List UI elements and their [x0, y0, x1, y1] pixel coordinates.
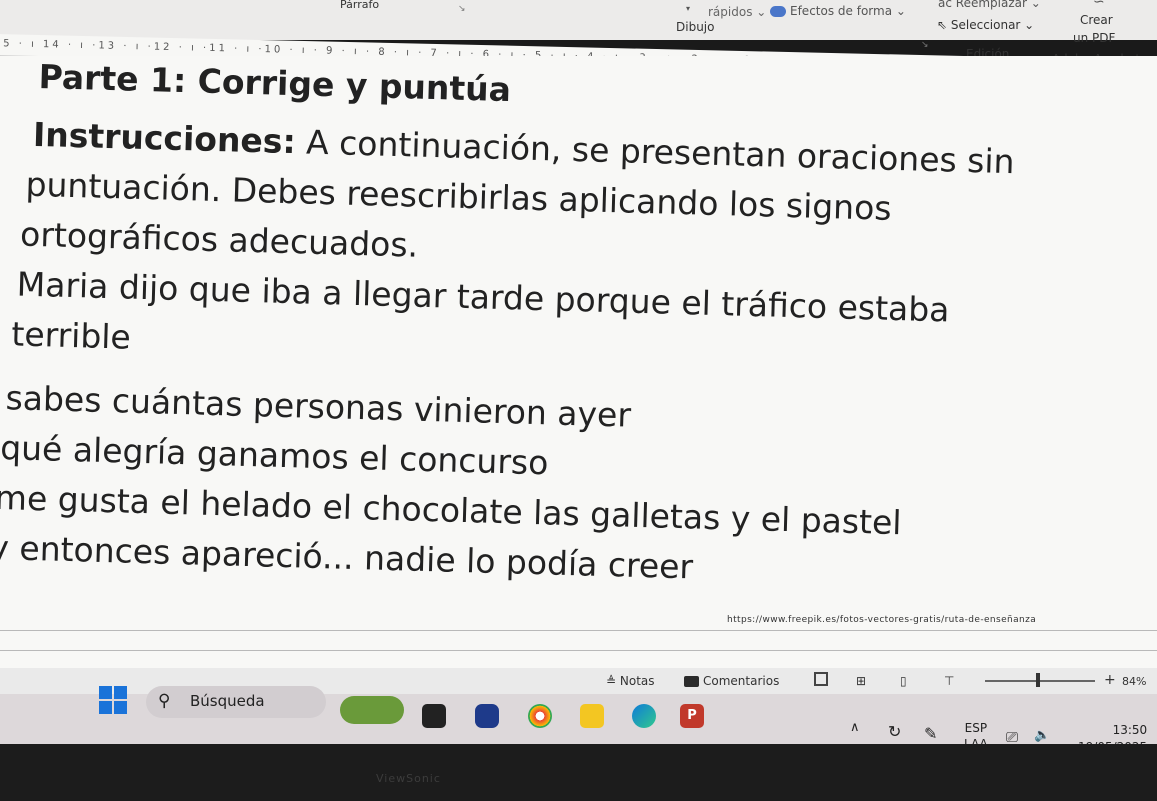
taskbar-search[interactable]: ⚲ Búsqueda — [146, 686, 326, 718]
pen-icon[interactable]: ✎ — [924, 724, 937, 743]
divider — [0, 650, 1157, 651]
screen-photo: Párrafo ↘ ▾ rápidos ⌄ Efectos de forma ⌄… — [0, 0, 1157, 801]
divider — [0, 630, 1157, 631]
dialog-launcher-icon[interactable]: ↘ — [921, 40, 929, 50]
comments-button[interactable]: Comentarios — [684, 674, 779, 688]
powerpoint-icon[interactable]: P — [680, 704, 704, 728]
taskbar: ⚲ Búsqueda P ∧ ↻ ✎ ESP LAA ⎚ 🔈 13:50 19/… — [0, 686, 1157, 754]
document-body[interactable]: Parte 1: Corrige y puntúa Instrucciones:… — [0, 56, 1157, 605]
normal-view-icon[interactable] — [814, 672, 828, 686]
chrome-icon[interactable] — [528, 704, 552, 728]
acrobat-icon: ∽ — [1093, 0, 1105, 10]
edge-icon[interactable] — [632, 704, 656, 728]
zoom-level[interactable]: 84% — [1122, 675, 1146, 688]
zoom-slider[interactable] — [985, 680, 1095, 682]
presenter-view-icon[interactable]: ⊤ — [944, 674, 954, 688]
dialog-launcher-icon[interactable]: ↘ — [458, 4, 466, 14]
quick-styles-button[interactable]: rápidos ⌄ — [708, 5, 766, 19]
search-placeholder: Búsqueda — [190, 692, 265, 710]
monitor-bezel: ViewSonic — [0, 744, 1157, 801]
windows-start-icon[interactable] — [99, 686, 127, 714]
hidden-icons-chevron-icon[interactable]: ∧ — [850, 720, 860, 735]
ribbon: Párrafo ↘ ▾ rápidos ⌄ Efectos de forma ⌄… — [0, 0, 1157, 66]
file-explorer-icon[interactable] — [580, 704, 604, 728]
comments-label: Comentarios — [703, 674, 780, 688]
zoom-in-button[interactable]: + — [1104, 672, 1116, 688]
language-code: ESP — [964, 721, 988, 735]
create-pdf-label[interactable]: un PDF — [1073, 31, 1115, 45]
instructions-label: Instrucciones: — [32, 114, 297, 162]
widgets-icon[interactable] — [340, 696, 404, 724]
monitor-logo: ViewSonic — [376, 772, 441, 785]
hyperlink-tooltip: https://www.freepik.es/fotos-vectores-gr… — [727, 615, 1037, 625]
shape-effects-label: Efectos de forma ⌄ — [790, 4, 906, 18]
shape-effects-button[interactable]: Efectos de forma ⌄ — [770, 4, 906, 18]
taskbar-app-icon[interactable] — [475, 704, 499, 728]
reading-view-icon[interactable]: ▯ — [900, 674, 907, 688]
select-label: Seleccionar ⌄ — [950, 18, 1035, 32]
volume-icon[interactable]: 🔈 — [1034, 728, 1050, 743]
dropdown-caret-icon[interactable]: ▾ — [686, 4, 690, 13]
search-icon: ⚲ — [158, 691, 171, 711]
ribbon-group-paragraph: Párrafo — [340, 0, 380, 11]
replace-button[interactable]: ac Reemplazar ⌄ — [938, 0, 1041, 10]
clock-time: 13:50 — [1112, 723, 1148, 737]
ribbon-group-drawing: Dibujo — [676, 20, 715, 34]
shape-effects-icon — [770, 6, 786, 17]
cursor-icon: ⇖ — [937, 18, 951, 32]
taskbar-app-icon[interactable] — [422, 704, 446, 728]
document-page[interactable]: Parte 1: Corrige y puntúa Instrucciones:… — [0, 56, 1157, 668]
tray-app-icon[interactable]: ↻ — [888, 722, 901, 741]
notes-button[interactable]: ≜ Notas — [606, 674, 655, 688]
zoom-slider-thumb[interactable] — [1036, 673, 1040, 687]
create-pdf-button[interactable]: Crear — [1080, 13, 1113, 27]
slide-sorter-icon[interactable]: ⊞ — [856, 674, 866, 688]
comment-icon — [684, 676, 699, 687]
select-button[interactable]: ⇖ Seleccionar ⌄ — [937, 18, 1034, 32]
